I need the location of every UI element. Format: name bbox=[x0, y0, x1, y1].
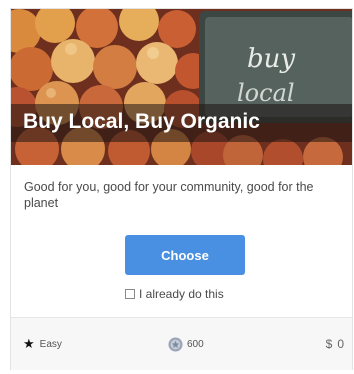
sign-text-line1: buy bbox=[247, 44, 295, 74]
cost-meta: $ 0 bbox=[326, 318, 344, 370]
already-do-this-option[interactable]: I already do this bbox=[125, 287, 255, 301]
choose-button[interactable]: Choose bbox=[125, 235, 245, 275]
action-card: buy local Buy Local, Buy Organic Good fo… bbox=[10, 8, 353, 370]
already-do-this-checkbox[interactable] bbox=[125, 289, 135, 299]
card-footer: ★ Easy 600 $ 0 bbox=[11, 318, 352, 370]
star-icon: ★ bbox=[23, 336, 35, 351]
card-description: Good for you, good for your community, g… bbox=[24, 180, 314, 210]
dollar-icon: $ bbox=[325, 337, 333, 351]
points-value: 600 bbox=[187, 338, 204, 350]
difficulty-label: Easy bbox=[39, 338, 62, 350]
points-badge-icon bbox=[168, 336, 183, 352]
sign-text-line2: local bbox=[237, 79, 295, 107]
difficulty-meta: ★ Easy bbox=[23, 318, 62, 370]
cost-value: 0 bbox=[337, 337, 344, 351]
hero-image: buy local Buy Local, Buy Organic bbox=[11, 9, 352, 165]
card-title: Buy Local, Buy Organic bbox=[23, 110, 260, 133]
already-do-this-label: I already do this bbox=[139, 287, 224, 301]
points-meta: 600 bbox=[168, 318, 204, 370]
